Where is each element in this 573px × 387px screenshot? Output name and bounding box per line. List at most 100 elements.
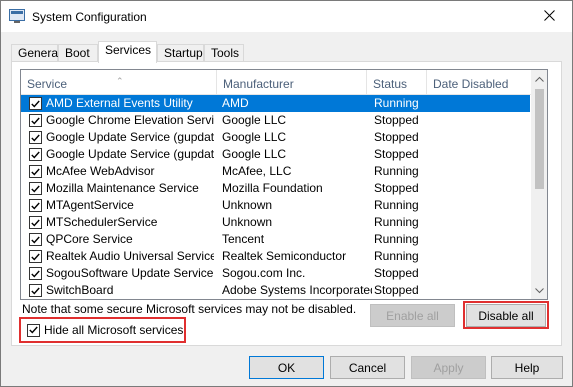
scroll-thumb[interactable] [535,89,544,189]
tab-general[interactable]: General [11,44,61,62]
service-manufacturer: Adobe Systems Incorporated [222,283,372,297]
service-checkbox[interactable] [29,114,42,127]
chevron-up-icon [535,76,544,82]
column-header-manufacturer[interactable]: Manufacturer [217,70,367,94]
service-name: Google Chrome Elevation Service [46,113,214,127]
service-name: SwitchBoard [46,283,114,297]
close-icon [543,9,555,24]
service-name: MTSchedulerService [46,215,158,229]
enable-all-button[interactable]: Enable all [370,304,455,327]
service-status: Stopped [374,283,419,297]
system-configuration-window: System Configuration General Boot Servic… [0,0,573,387]
checkmark-icon [31,202,40,210]
service-manufacturer: Mozilla Foundation [222,181,323,195]
service-name: QPCore Service [46,232,133,246]
service-checkbox[interactable] [29,250,42,263]
service-row[interactable]: AMD External Events Utility AMD Running [21,95,530,112]
msconfig-app-icon [9,9,25,23]
service-status: Stopped [374,113,419,127]
tab-tools[interactable]: Tools [204,44,244,62]
service-checkbox[interactable] [29,267,42,280]
checkmark-icon [31,168,40,176]
tab-services[interactable]: Services [98,41,157,63]
service-checkbox[interactable] [29,199,42,212]
service-manufacturer: AMD [222,96,249,110]
service-manufacturer: Realtek Semiconductor [222,249,347,263]
service-status: Running [374,198,419,212]
service-row[interactable]: SogouSoftware Update Service ... Sogou.co… [21,265,530,282]
service-name: MTAgentService [46,198,134,212]
scroll-up-button[interactable] [531,70,547,87]
service-manufacturer: McAfee, LLC [222,164,292,178]
checkmark-icon [31,151,40,159]
service-manufacturer: Tencent [222,232,265,246]
service-row[interactable]: SwitchBoard Adobe Systems Incorporated Sto… [21,282,530,299]
service-checkbox[interactable] [29,182,42,195]
checkmark-icon [31,219,40,227]
checkmark-icon [31,270,40,278]
column-header-date-disabled[interactable]: Date Disabled [427,70,531,94]
service-row[interactable]: Google Chrome Elevation Service Google LL… [21,112,530,129]
chevron-down-icon [535,287,544,293]
service-name: SogouSoftware Update Service ... [46,266,214,280]
ok-button[interactable]: OK [249,356,324,379]
service-name: AMD External Events Utility [46,96,193,110]
close-button[interactable] [526,1,572,32]
tab-boot[interactable]: Boot [58,44,98,62]
service-row[interactable]: QPCore Service Tencent Running [21,231,530,248]
column-header-service[interactable]: ⌃ Service [21,70,217,94]
checkmark-icon [31,100,40,108]
service-checkbox[interactable] [29,216,42,229]
service-checkbox[interactable] [29,284,42,297]
checkmark-icon [31,253,40,261]
service-row[interactable]: Google Update Service (gupdate) Google LL… [21,129,530,146]
service-status: Stopped [374,130,419,144]
service-checkbox[interactable] [29,131,42,144]
service-row[interactable]: MTSchedulerService Unknown Running [21,214,530,231]
service-checkbox[interactable] [29,165,42,178]
secure-services-note: Note that some secure Microsoft services… [22,302,357,316]
service-row[interactable]: MTAgentService Unknown Running [21,197,530,214]
tab-startup[interactable]: Startup [157,44,204,62]
service-row[interactable]: McAfee WebAdvisor McAfee, LLC Running [21,163,530,180]
service-status: Running [374,232,419,246]
service-manufacturer: Google LLC [222,113,287,127]
title-bar: System Configuration [1,1,572,32]
service-row[interactable]: Mozilla Maintenance Service Mozilla Found… [21,180,530,197]
service-name: Google Update Service (gupdatem) [46,147,214,161]
services-list[interactable]: ⌃ Service Manufacturer Status Date Disab… [20,69,548,300]
service-checkbox[interactable] [29,233,42,246]
service-name: Realtek Audio Universal Service [46,249,214,263]
service-manufacturer: Google LLC [222,130,287,144]
cancel-button[interactable]: Cancel [330,356,405,379]
service-checkbox[interactable] [29,148,42,161]
service-status: Stopped [374,147,419,161]
apply-button[interactable]: Apply [411,356,486,379]
checkmark-icon [31,185,40,193]
help-button[interactable]: Help [491,356,563,379]
service-row[interactable]: Google Update Service (gupdatem) Google L… [21,146,530,163]
window-title: System Configuration [32,10,147,24]
list-header: ⌃ Service Manufacturer Status Date Disab… [21,70,531,95]
service-name: Google Update Service (gupdate) [46,130,214,144]
column-header-status[interactable]: Status [367,70,427,94]
service-status: Running [374,96,419,110]
hide-ms-highlight [19,317,186,343]
scroll-down-button[interactable] [531,282,547,299]
sort-ascending-icon: ⌃ [116,76,124,86]
checkmark-icon [31,287,40,295]
vertical-scrollbar[interactable] [531,70,547,299]
checkmark-icon [31,134,40,142]
service-status: Running [374,249,419,263]
service-manufacturer: Sogou.com Inc. [222,266,306,280]
service-status: Stopped [374,266,419,280]
service-row[interactable]: Realtek Audio Universal Service Realtek S… [21,248,530,265]
service-manufacturer: Google LLC [222,147,287,161]
service-status: Running [374,164,419,178]
service-manufacturer: Unknown [222,215,273,229]
service-status: Stopped [374,181,419,195]
checkmark-icon [31,117,40,125]
service-name: McAfee WebAdvisor [46,164,155,178]
service-checkbox[interactable] [29,97,42,110]
service-status: Running [374,215,419,229]
